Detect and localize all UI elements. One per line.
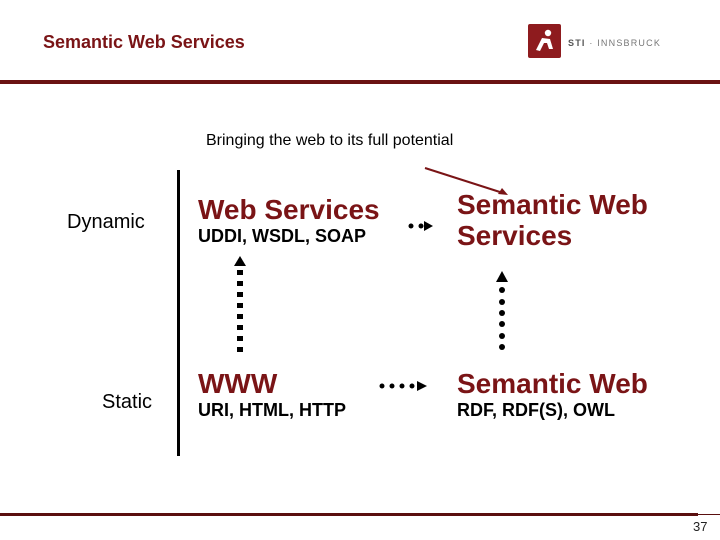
diagram-arrows (234, 167, 508, 391)
pointer-arrow (424, 167, 508, 195)
dotted-arrow-sw-to-sws (496, 271, 508, 350)
footer-divider-tail (698, 514, 720, 515)
dotted-arrow-ws-to-sws (408, 221, 433, 231)
dotted-arrow-www-to-ws (234, 256, 246, 352)
footer-divider (0, 513, 698, 516)
page-number: 37 (693, 519, 708, 534)
dotted-arrow-www-to-sw (379, 381, 427, 391)
